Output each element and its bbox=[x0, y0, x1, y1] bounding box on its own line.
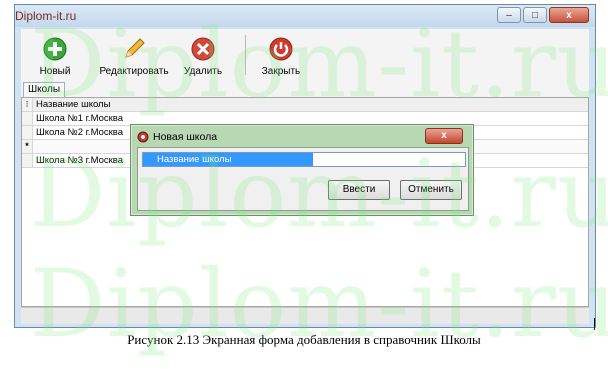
dialog-body: Название школы Ввести Отменить bbox=[137, 147, 469, 211]
row-header[interactable] bbox=[22, 126, 33, 139]
school-name-cell[interactable]: Школа №1 г.Москва bbox=[36, 112, 123, 125]
app-icon bbox=[137, 131, 149, 143]
toolbar-separator bbox=[245, 35, 246, 75]
pencil-icon bbox=[125, 38, 145, 58]
tab-schools[interactable]: Школы bbox=[23, 82, 66, 97]
delete-icon bbox=[191, 37, 215, 61]
maximize-button[interactable]: □ bbox=[523, 7, 547, 23]
window-title: Diplom-it.ru bbox=[15, 9, 77, 23]
dialog-title: Новая школа bbox=[153, 131, 218, 143]
close-button-label: Закрыть bbox=[261, 66, 301, 77]
column-header-name[interactable]: Название школы bbox=[36, 98, 110, 111]
tab-strip: Школы bbox=[21, 81, 589, 97]
minimize-button[interactable]: – bbox=[497, 7, 521, 23]
power-icon bbox=[269, 37, 293, 61]
toolbar: Новый Редактировать Удалить Закрыть bbox=[21, 29, 589, 82]
text-cursor bbox=[594, 318, 595, 330]
delete-button[interactable]: Удалить bbox=[181, 37, 225, 77]
close-button[interactable]: Закрыть bbox=[259, 37, 303, 77]
new-button-label: Новый bbox=[39, 66, 71, 77]
new-button[interactable]: Новый bbox=[35, 37, 75, 77]
add-icon bbox=[43, 37, 67, 61]
edit-button-label: Редактировать bbox=[99, 66, 169, 77]
school-name-field-label: Название школы bbox=[143, 153, 313, 166]
status-bar bbox=[21, 307, 589, 324]
school-name-field[interactable]: Название школы bbox=[142, 152, 466, 167]
dialog-close-button[interactable]: x bbox=[425, 128, 463, 144]
cancel-button[interactable]: Отменить bbox=[400, 180, 462, 200]
delete-button-label: Удалить bbox=[183, 66, 223, 77]
new-row-marker: * bbox=[22, 140, 33, 153]
grid-header-row: ⁝ Название школы bbox=[22, 98, 588, 112]
submit-button[interactable]: Ввести bbox=[328, 180, 390, 200]
edit-button[interactable]: Редактировать bbox=[97, 37, 171, 77]
row-header[interactable] bbox=[22, 112, 33, 125]
window-controls: – □ x bbox=[497, 7, 589, 23]
school-name-cell[interactable]: Школа №2 г.Москва bbox=[36, 126, 123, 139]
title-bar: Diplom-it.ru – □ x bbox=[15, 5, 595, 27]
row-header[interactable] bbox=[22, 154, 33, 167]
figure-caption: Рисунок 2.13 Экранная форма добавления в… bbox=[127, 332, 481, 347]
school-name-input[interactable] bbox=[313, 153, 465, 166]
grid-corner: ⁝ bbox=[22, 98, 33, 111]
close-window-button[interactable]: x bbox=[549, 7, 589, 23]
school-name-cell[interactable]: Школа №3 г.Москва bbox=[36, 154, 123, 167]
new-school-dialog: Новая школа x Название школы Ввести Отме… bbox=[130, 124, 474, 216]
